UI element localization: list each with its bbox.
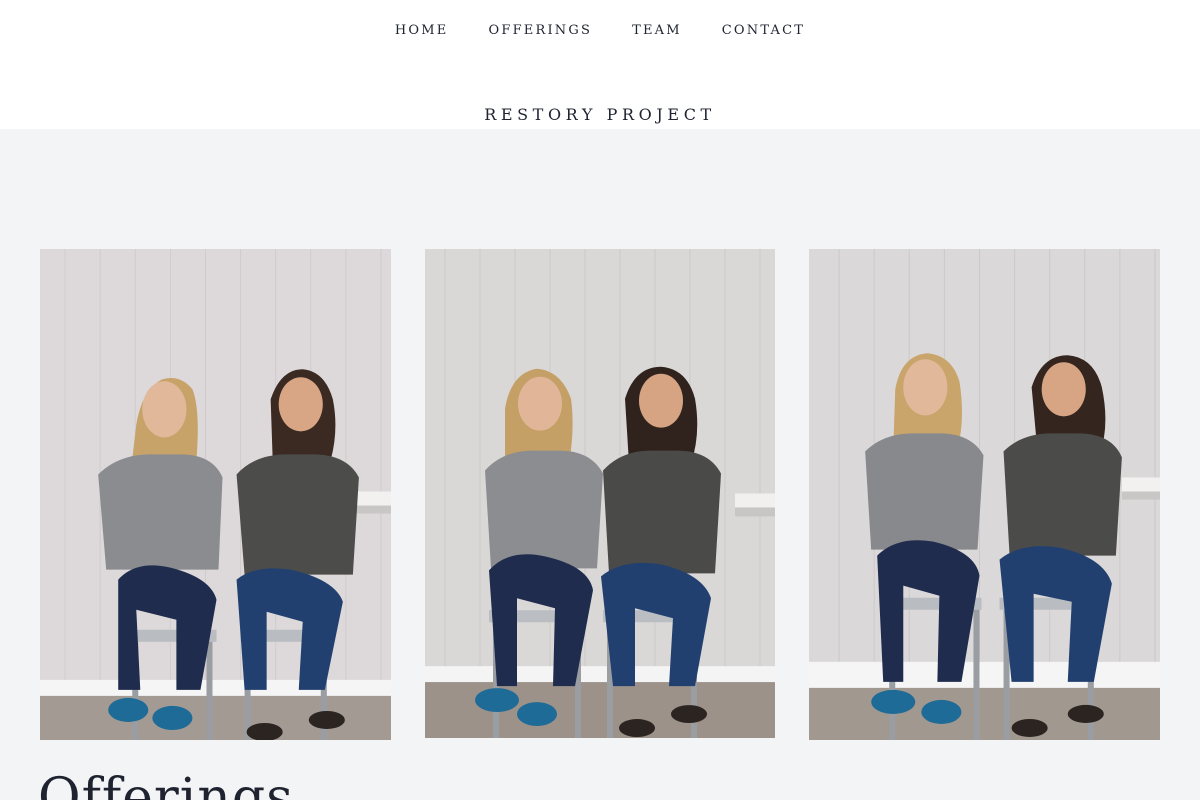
gallery-photo-2 xyxy=(425,249,775,738)
site-header: HOME OFFERINGS TEAM CONTACT RESTORY PROJ… xyxy=(0,0,1200,129)
main-nav: HOME OFFERINGS TEAM CONTACT xyxy=(0,23,1200,38)
gallery-photo-3 xyxy=(809,249,1160,740)
section-title-offerings: Offerings xyxy=(38,768,294,800)
gallery-photo-1 xyxy=(40,249,391,740)
nav-link-team[interactable]: TEAM xyxy=(632,23,682,38)
photo-gallery xyxy=(40,249,1160,740)
nav-link-contact[interactable]: CONTACT xyxy=(722,23,805,38)
nav-link-offerings[interactable]: OFFERINGS xyxy=(489,23,593,38)
nav-link-home[interactable]: HOME xyxy=(395,23,449,38)
site-brand[interactable]: RESTORY PROJECT xyxy=(0,105,1200,124)
